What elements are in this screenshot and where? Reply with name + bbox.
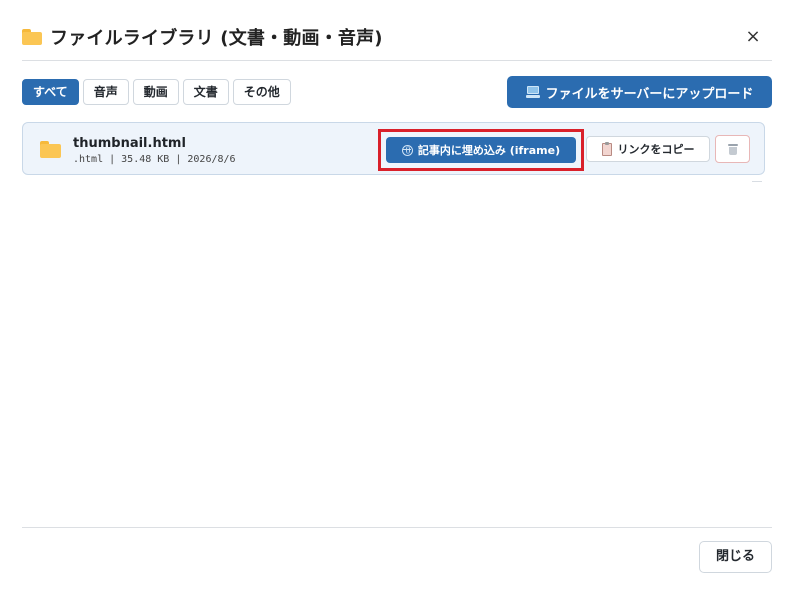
file-meta: .html | 35.48 KB | 2026/8/6 — [73, 154, 236, 165]
filter-document[interactable]: 文書 — [182, 79, 229, 105]
close-button[interactable]: 閉じる — [699, 541, 772, 573]
dialog-title: ファイルライブラリ (文書・動画・音声) — [50, 28, 383, 49]
dialog-header: ファイルライブラリ (文書・動画・音声) × — [22, 22, 772, 52]
filter-video[interactable]: 動画 — [132, 79, 179, 105]
filter-audio[interactable]: 音声 — [82, 79, 129, 105]
footer-divider — [22, 527, 772, 528]
filter-all[interactable]: すべて — [22, 79, 79, 105]
folder-icon — [22, 29, 42, 45]
trash-icon — [727, 143, 738, 155]
upload-button-label: ファイルをサーバーにアップロード — [545, 86, 754, 102]
laptop-icon — [525, 86, 540, 98]
delete-button[interactable] — [715, 135, 750, 163]
filter-tabs: すべて 音声 動画 文書 その他 — [22, 79, 291, 105]
globe-icon — [401, 144, 413, 156]
embed-button-label: 記事内に埋め込み (iframe) — [417, 144, 561, 157]
close-icon[interactable]: × — [740, 24, 766, 50]
clipboard-icon — [601, 141, 612, 156]
upload-button[interactable]: ファイルをサーバーにアップロード — [507, 76, 772, 108]
embed-iframe-button[interactable]: 記事内に埋め込み (iframe) — [386, 137, 576, 163]
copy-link-label: リンクをコピー — [617, 143, 695, 156]
filter-other[interactable]: その他 — [232, 79, 291, 105]
scrollbar[interactable] — [752, 181, 762, 182]
embed-highlight-box: 記事内に埋め込み (iframe) — [378, 129, 584, 171]
header-divider — [22, 60, 772, 61]
file-name: thumbnail.html — [73, 136, 186, 151]
copy-link-button[interactable]: リンクをコピー — [586, 136, 710, 162]
file-row: thumbnail.html .html | 35.48 KB | 2026/8… — [22, 122, 765, 175]
